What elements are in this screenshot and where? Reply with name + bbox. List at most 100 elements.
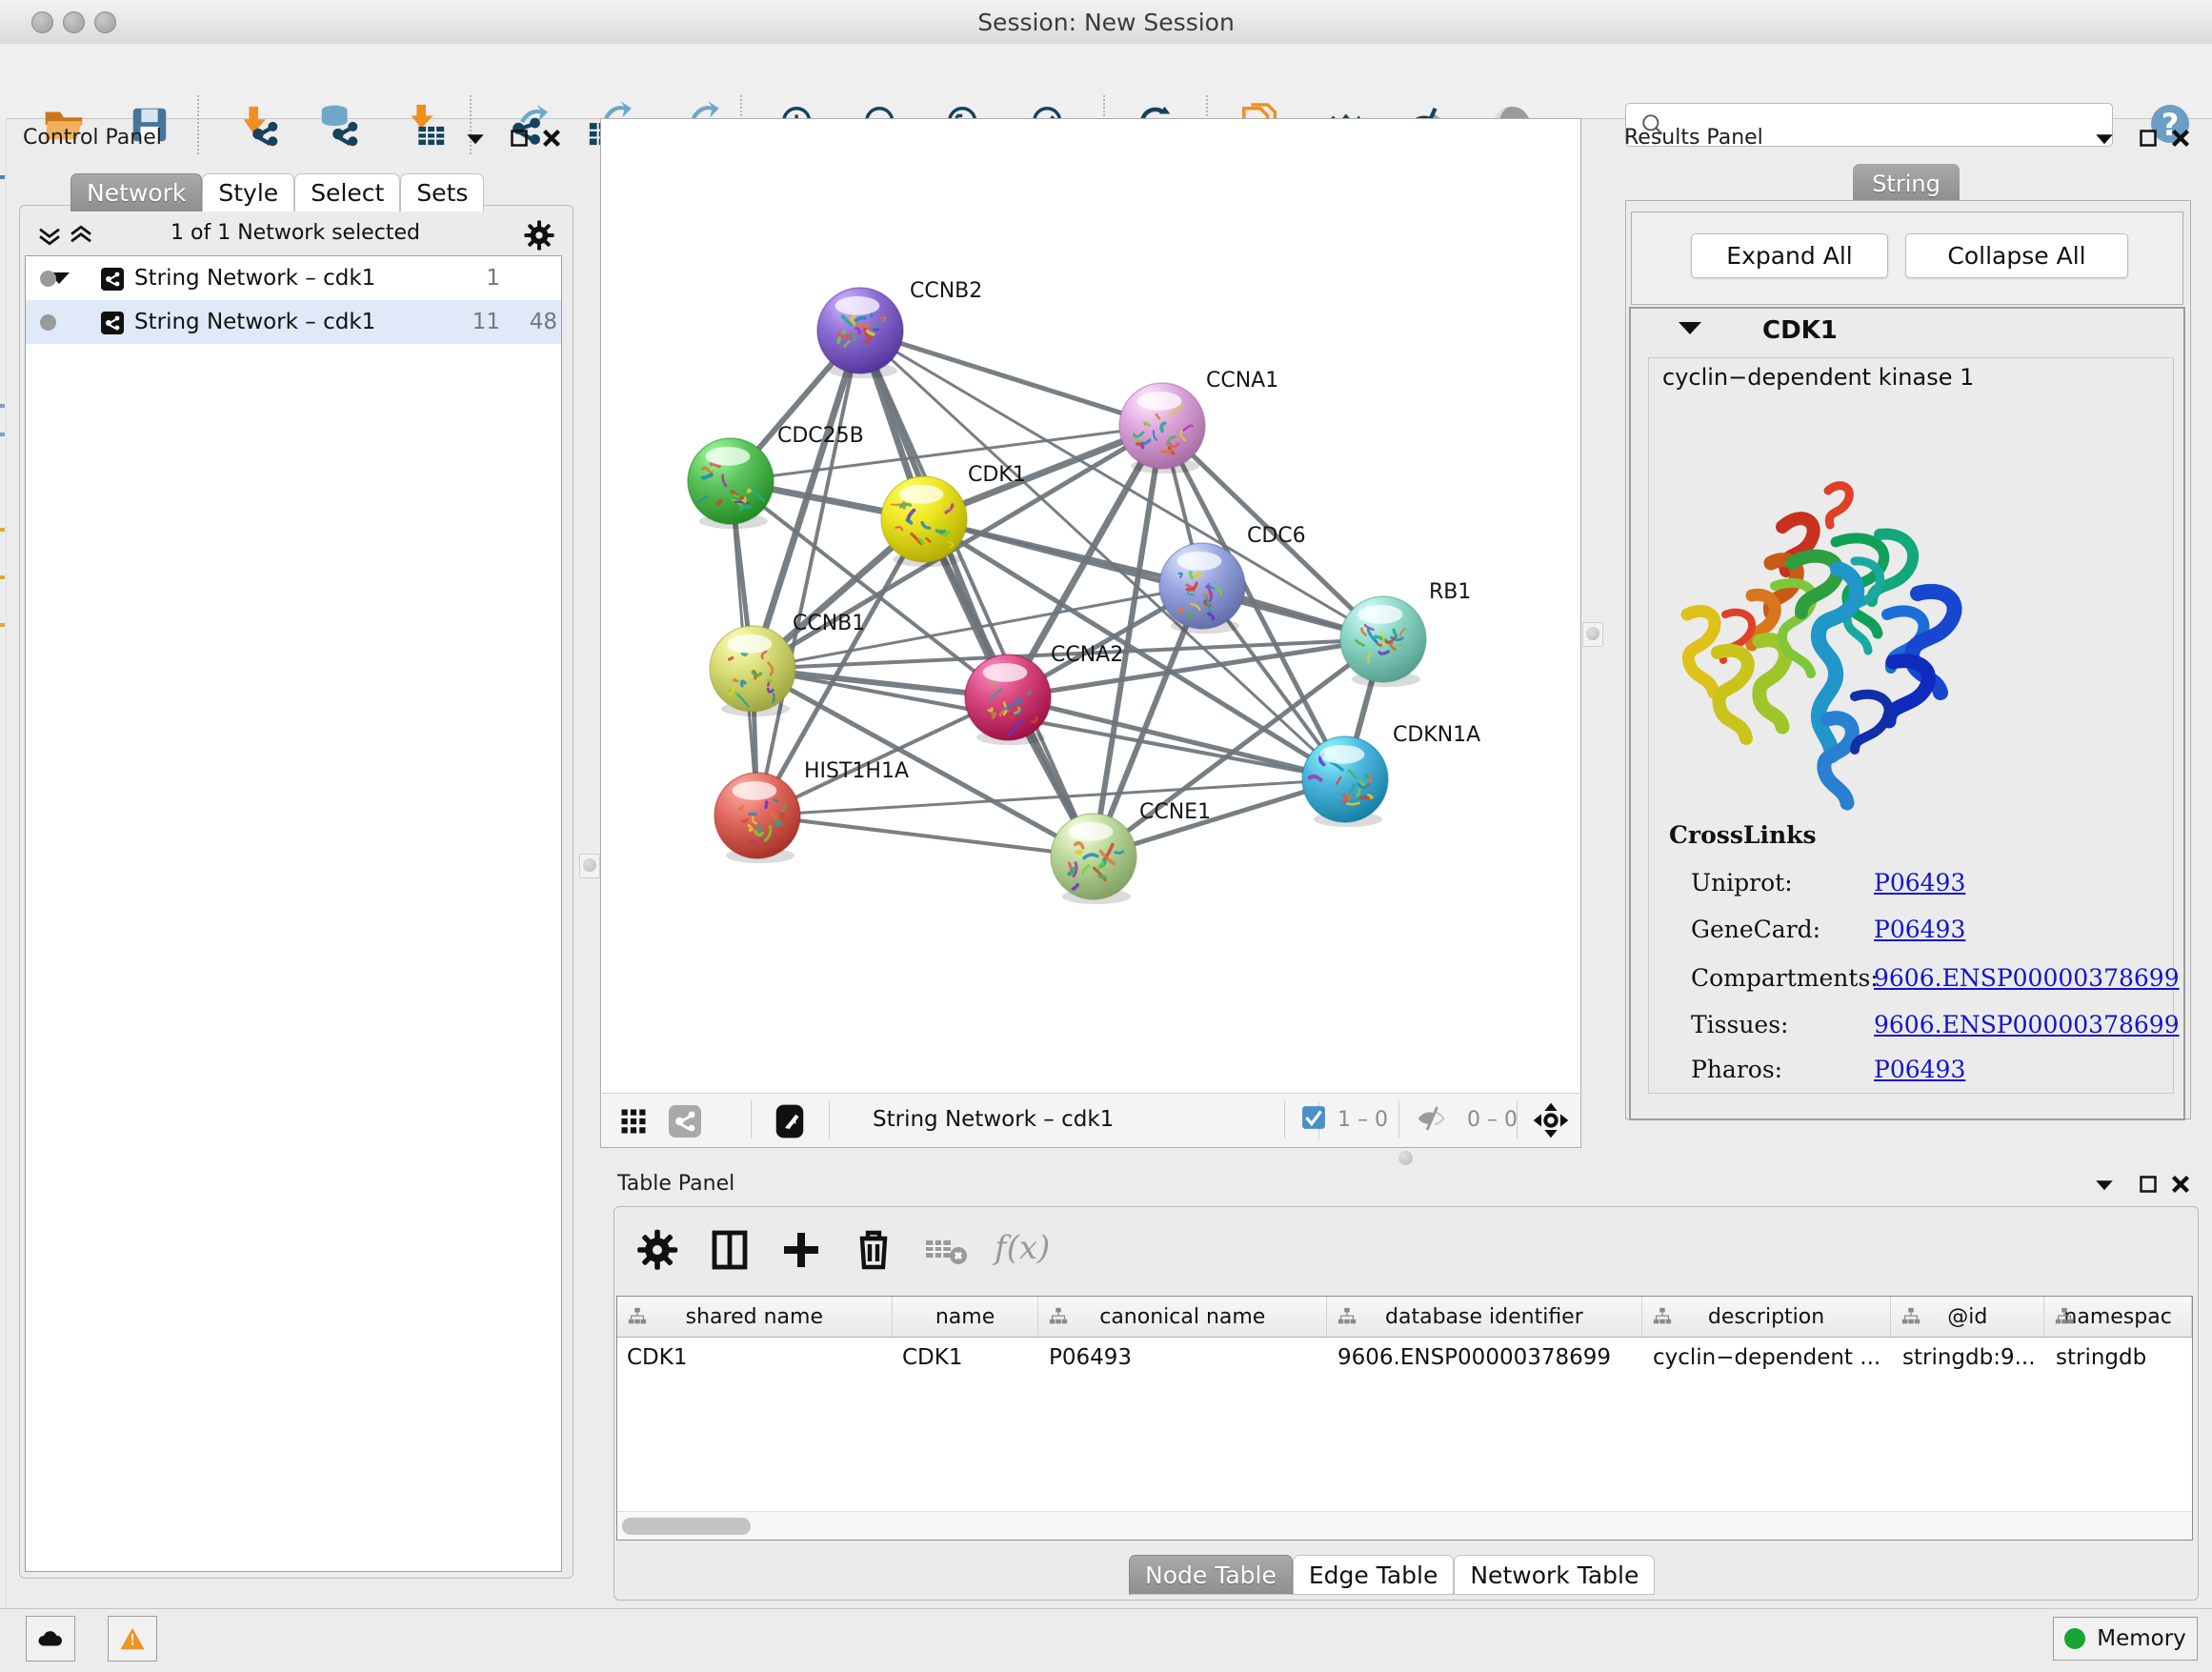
table-settings-gear-icon[interactable] — [634, 1227, 680, 1273]
crosslink-link[interactable]: P06493 — [1874, 1056, 1965, 1083]
control-panel-tab[interactable]: Network — [70, 173, 202, 212]
delete-column-trash-icon[interactable] — [851, 1227, 896, 1273]
table-column-header[interactable]: canonical name — [1038, 1297, 1327, 1337]
left-edge-marker — [0, 404, 5, 408]
control-panel-close-icon[interactable] — [537, 124, 566, 152]
import-network-database-icon[interactable] — [316, 103, 360, 147]
table-body: CDK1CDK1P064939606.ENSP00000378699cyclin… — [617, 1338, 2192, 1378]
show-columns-icon[interactable] — [707, 1227, 753, 1273]
control-panel-tab[interactable]: Sets — [400, 173, 484, 212]
reset-columns-icon[interactable] — [922, 1227, 968, 1273]
network-tree-row[interactable]: String Network – cdk1 11 48 — [26, 300, 561, 344]
table-column-header[interactable]: namespac — [2044, 1297, 2192, 1337]
function-builder-label[interactable]: f(x) — [995, 1229, 1050, 1267]
left-edge-marker — [0, 433, 5, 436]
control-panel-menu-icon[interactable] — [461, 124, 490, 152]
network-node[interactable] — [881, 476, 967, 567]
shared-column-icon — [627, 1306, 648, 1327]
table-panel-menu-icon[interactable] — [2090, 1170, 2119, 1199]
network-node[interactable] — [688, 438, 774, 529]
cloud-status-button[interactable] — [26, 1616, 75, 1662]
left-edge-marker — [0, 175, 5, 179]
gene-description: cyclin−dependent kinase 1 — [1662, 364, 1974, 391]
results-panel-float-icon[interactable] — [2134, 124, 2162, 152]
network-edge — [757, 331, 860, 816]
crosslink-row: GeneCard: P06493 — [1691, 916, 2177, 962]
crosslink-link[interactable]: P06493 — [1874, 869, 1965, 896]
right-splitter-handle[interactable] — [1582, 622, 1603, 647]
gene-collapse-triangle-icon[interactable] — [1679, 322, 1701, 334]
table-panel-close-icon[interactable] — [2166, 1170, 2195, 1199]
network-node-label: HIST1H1A — [804, 759, 909, 783]
bottom-splitter-handle[interactable] — [1395, 1149, 1416, 1168]
table-panel-float-icon[interactable] — [2134, 1170, 2162, 1199]
fit-content-crosshair-icon[interactable] — [1532, 1101, 1570, 1139]
table-header-row: shared name name canonical name database… — [617, 1297, 2192, 1338]
main-toolbar: ? — [0, 44, 2212, 119]
results-panel-close-icon[interactable] — [2166, 124, 2195, 152]
tab-string[interactable]: String — [1853, 164, 1960, 204]
import-table-icon[interactable] — [404, 103, 448, 147]
crosslink-link[interactable]: P06493 — [1874, 916, 1965, 943]
detach-view-icon[interactable] — [772, 1103, 808, 1139]
table-tab[interactable]: Network Table — [1454, 1555, 1655, 1595]
table-cell: P06493 — [1039, 1338, 1328, 1378]
network-node[interactable] — [1302, 736, 1388, 827]
control-panel-tab[interactable]: Select — [294, 173, 400, 212]
results-panel-menu-icon[interactable] — [2090, 124, 2119, 152]
add-column-icon[interactable] — [778, 1227, 824, 1273]
network-node-label: CDK1 — [968, 463, 1026, 487]
warning-status-button[interactable] — [108, 1616, 157, 1662]
left-splitter-handle[interactable] — [579, 854, 600, 878]
table-horizontal-scrollbar[interactable] — [617, 1511, 2192, 1540]
table-row[interactable]: CDK1CDK1P064939606.ENSP00000378699cyclin… — [617, 1338, 2192, 1378]
hidden-nodes-eye-slash-icon[interactable] — [1416, 1103, 1446, 1134]
network-node[interactable] — [1340, 596, 1426, 687]
network-node[interactable] — [1119, 383, 1205, 473]
crosslink-label: Tissues: — [1691, 1011, 1788, 1038]
gear-icon[interactable] — [523, 219, 555, 252]
control-panel-tab[interactable]: Style — [202, 173, 294, 212]
protein-structure-image — [1668, 472, 2040, 853]
control-panel-tabs: NetworkStyleSelectSets — [70, 168, 484, 212]
table-column-label: @id — [1947, 1305, 1987, 1329]
node-table[interactable]: shared name name canonical name database… — [616, 1296, 2193, 1541]
table-column-header[interactable]: name — [893, 1297, 1039, 1337]
table-column-header[interactable]: database identifier — [1327, 1297, 1642, 1337]
crosslink-link[interactable]: 9606.ENSP00000378699 — [1874, 964, 2180, 992]
selected-nodes-checkbox[interactable] — [1301, 1105, 1326, 1130]
network-view-mode-icon[interactable] — [669, 1105, 701, 1138]
left-edge-marker — [0, 528, 5, 532]
expand-all-chevron-icon[interactable] — [67, 221, 95, 250]
table-column-header[interactable]: description — [1642, 1297, 1892, 1337]
hidden-nodes-count: 0 – 0 — [1467, 1108, 1518, 1132]
table-tab[interactable]: Edge Table — [1293, 1555, 1455, 1595]
expand-all-button[interactable]: Expand All — [1691, 233, 1888, 278]
table-row-cells: CDK1CDK1P064939606.ENSP00000378699cyclin… — [617, 1338, 2193, 1378]
table-cell: CDK1 — [617, 1338, 893, 1378]
control-panel-float-icon[interactable] — [505, 124, 533, 152]
table-column-label: database identifier — [1385, 1305, 1583, 1329]
memory-status-dot — [2064, 1628, 2085, 1649]
network-tree-row[interactable]: String Network – cdk1 1 — [26, 256, 561, 300]
collapse-all-button[interactable]: Collapse All — [1905, 233, 2128, 278]
grid-view-icon[interactable] — [619, 1107, 648, 1136]
window-title-bar: Session: New Session — [0, 0, 2212, 45]
table-column-header[interactable]: @id — [1891, 1297, 2044, 1337]
memory-status-button[interactable]: Memory — [2053, 1617, 2198, 1661]
scrollbar-thumb[interactable] — [622, 1518, 751, 1535]
network-status-dot — [40, 314, 56, 331]
network-node[interactable] — [1051, 814, 1136, 904]
network-canvas[interactable]: CCNB2CCNA1CDC25BCDK1CDC6RB1CCNB1CCNA2CDK… — [602, 120, 1579, 1093]
collapse-all-chevron-icon[interactable] — [35, 221, 64, 250]
shared-column-icon — [1337, 1306, 1357, 1327]
shared-column-icon — [1652, 1306, 1673, 1327]
network-tree-label: String Network – cdk1 — [134, 310, 375, 334]
table-column-header[interactable]: shared name — [617, 1297, 893, 1337]
crosslink-link[interactable]: 9606.ENSP00000378699 — [1874, 1011, 2180, 1038]
toolbar-separator — [1398, 1100, 1399, 1138]
toolbar-separator — [1517, 1100, 1518, 1138]
table-tab[interactable]: Node Table — [1129, 1555, 1293, 1595]
network-node[interactable] — [714, 773, 800, 863]
import-network-icon[interactable] — [236, 103, 280, 147]
